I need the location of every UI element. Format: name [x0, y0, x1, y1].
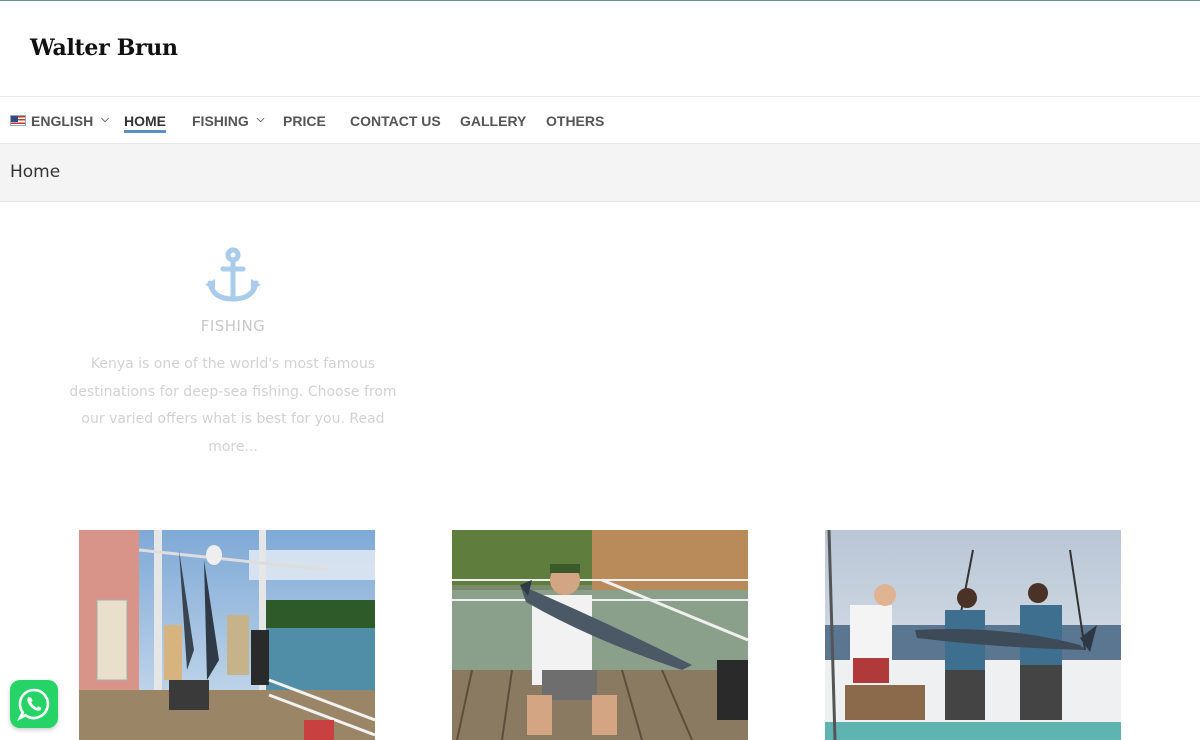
- language-label: ENGLISH: [31, 112, 94, 129]
- chevron-down-icon: ⌵: [101, 114, 109, 125]
- nav-item-label: GALLERY: [460, 112, 527, 129]
- nav-item-price[interactable]: PRICE: [283, 98, 326, 143]
- nav-item-others[interactable]: OTHERS: [546, 98, 604, 143]
- nav-item-home[interactable]: HOME: [124, 98, 166, 143]
- nav-item-label: FISHING: [192, 112, 249, 129]
- us-flag-icon: [10, 115, 26, 126]
- whatsapp-chat-button[interactable]: [10, 680, 58, 728]
- nav-item-label: HOME: [124, 112, 166, 129]
- site-header: Walter Brun: [0, 1, 1200, 97]
- page-title-banner: Home: [0, 143, 1200, 202]
- nav-item-gallery[interactable]: GALLERY: [460, 98, 526, 143]
- boat-crew-with-marlin-photo[interactable]: [825, 530, 1121, 740]
- fishing-dock-catch-photo[interactable]: [79, 530, 375, 740]
- anchor-icon: [205, 247, 261, 302]
- language-selector[interactable]: ENGLISH ⌵: [10, 98, 109, 143]
- site-title[interactable]: Walter Brun: [30, 35, 178, 61]
- angler-with-wahoo-photo[interactable]: [452, 530, 748, 740]
- feature-title: FISHING: [200, 317, 266, 335]
- nav-item-label: CONTACT US: [350, 112, 441, 129]
- whatsapp-icon: [17, 688, 50, 721]
- chevron-down-icon: ⌵: [256, 114, 265, 125]
- fishing-feature-box: FISHING Kenya is one of the world's most…: [60, 245, 406, 461]
- nav-item-label: PRICE: [283, 112, 326, 129]
- main-navigation: ENGLISH ⌵ HOME FISHING ⌵ PRICE CONTACT U…: [0, 98, 1200, 143]
- page-title: Home: [10, 162, 61, 182]
- nav-item-fishing[interactable]: FISHING ⌵: [192, 98, 264, 143]
- nav-item-contact-us[interactable]: CONTACT US: [350, 98, 441, 143]
- feature-description[interactable]: Kenya is one of the world's most famous …: [60, 351, 406, 461]
- nav-item-label: OTHERS: [546, 112, 605, 129]
